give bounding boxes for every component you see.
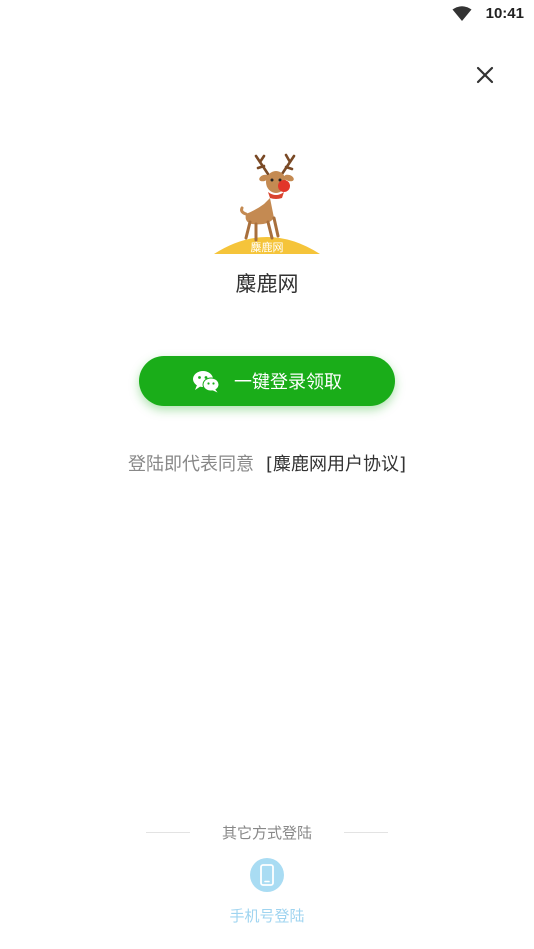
status-time: 10:41 [485, 5, 524, 22]
other-login-title: 其它方式登陆 [221, 824, 312, 842]
wechat-login-label: 一键登录领取 [234, 372, 342, 393]
close-button[interactable] [474, 64, 496, 86]
wechat-login-button[interactable]: 一键登录领取 [139, 356, 395, 406]
status-bar: 10:41 [0, 0, 534, 30]
wechat-icon [193, 371, 220, 393]
phone-login-button[interactable] [250, 858, 284, 892]
agreement-line: 登陆即代表同意 [麋鹿网用户协议] [0, 450, 534, 476]
phone-icon [260, 864, 274, 886]
other-login-section: 其它方式登陆 [0, 822, 534, 846]
app-logo: 麋鹿网 [212, 152, 322, 260]
user-agreement-link[interactable]: [麋鹿网用户协议] [266, 454, 406, 475]
phone-login-label[interactable]: 手机号登陆 [0, 905, 534, 926]
close-icon [476, 66, 494, 84]
app-name: 麋鹿网 [235, 272, 299, 296]
deer-logo-icon: 麋鹿网 [214, 153, 320, 254]
wifi-icon [452, 6, 472, 21]
agreement-prefix: 登陆即代表同意 [127, 454, 254, 475]
logo-text: 麋鹿网 [251, 240, 284, 254]
divider-right [344, 832, 388, 833]
